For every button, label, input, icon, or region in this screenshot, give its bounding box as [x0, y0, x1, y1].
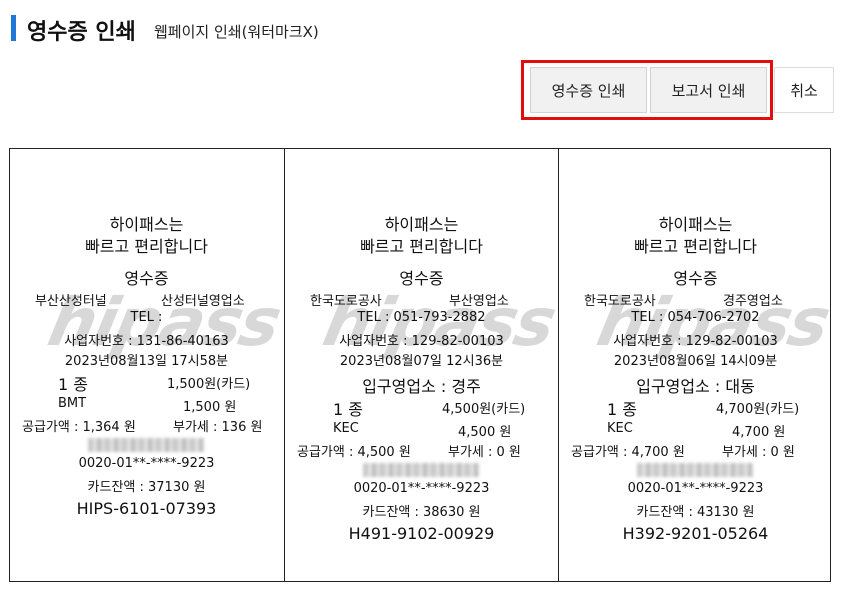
cancel-button[interactable]: 취소 — [774, 67, 834, 113]
card-balance: 카드잔액 : 43130 원 — [636, 505, 755, 520]
office-name: 경주영업소 — [723, 294, 783, 309]
card-type: KEC — [607, 421, 633, 436]
slogan-line-2: 빠르고 편리합니다 — [85, 237, 208, 256]
slogan-line-1: 하이패스는 — [658, 215, 733, 234]
slogan-line-1: 하이패스는 — [384, 215, 459, 234]
redacted-info — [637, 463, 753, 477]
entry-office: 입구영업소 : 대동 — [636, 377, 755, 396]
receipt-card: hipass 하이패스는 빠르고 편리합니다 영수증 한국도로공사 경주영업소 … — [558, 149, 832, 581]
supply-value: 공급가액 : 1,364 원 — [22, 420, 136, 435]
tel: TEL : — [130, 310, 163, 325]
business-number: 사업자번호 : 129-82-00103 — [339, 334, 504, 349]
datetime: 2023년08월13일 17시58분 — [64, 354, 229, 369]
redacted-info — [88, 438, 204, 452]
approval-number: H491-9102-00929 — [348, 524, 495, 543]
vat: 부가세 : 136 원 — [173, 420, 263, 435]
page-title: 영수증 인쇄 — [27, 20, 136, 45]
office-name: 부산영업소 — [449, 294, 509, 309]
receipt-title: 영수증 — [399, 269, 444, 288]
card-number: 0020-01**-****-9223 — [78, 456, 215, 471]
toll-amount: 1,500원(카드) — [167, 377, 251, 392]
receipt-title: 영수증 — [673, 269, 718, 288]
title-accent-bar — [11, 15, 16, 41]
slogan-line-2: 빠르고 편리합니다 — [634, 237, 757, 256]
redacted-info — [363, 463, 479, 477]
card-amount: 4,700 원 — [732, 425, 786, 440]
office-name: 산성터널영업소 — [161, 294, 245, 309]
vat: 부가세 : 0 원 — [448, 445, 521, 460]
supply-value: 공급가액 : 4,500 원 — [297, 445, 411, 460]
receipt-card: hipass 하이패스는 빠르고 편리합니다 영수증 부산산성터널 산성터널영업… — [10, 149, 283, 581]
card-number: 0020-01**-****-9223 — [627, 481, 764, 496]
card-balance: 카드잔액 : 38630 원 — [362, 505, 481, 520]
approval-number: HIPS-6101-07393 — [76, 499, 217, 518]
business-number: 사업자번호 : 129-82-00103 — [613, 334, 778, 349]
receipt-title: 영수증 — [124, 269, 169, 288]
page-subtitle: 웹페이지 인쇄(워터마크X) — [154, 23, 319, 41]
business-number: 사업자번호 : 131-86-40163 — [64, 334, 229, 349]
card-number: 0020-01**-****-9223 — [353, 481, 490, 496]
datetime: 2023년08월06일 14시09분 — [613, 354, 778, 369]
company-name: 부산산성터널 — [35, 294, 107, 309]
company-name: 한국도로공사 — [584, 294, 656, 309]
card-amount: 4,500 원 — [458, 425, 512, 440]
approval-number: H392-9201-05264 — [622, 524, 769, 543]
vehicle-class: 1 종 — [58, 375, 88, 394]
card-type: BMT — [58, 396, 87, 411]
company-name: 한국도로공사 — [310, 294, 382, 309]
receipt-card: hipass 하이패스는 빠르고 편리합니다 영수증 한국도로공사 부산영업소 … — [284, 149, 558, 581]
slogan-line-2: 빠르고 편리합니다 — [360, 237, 483, 256]
card-balance: 카드잔액 : 37130 원 — [87, 480, 206, 495]
vat: 부가세 : 0 원 — [722, 445, 795, 460]
receipts-container: hipass 하이패스는 빠르고 편리합니다 영수증 부산산성터널 산성터널영업… — [9, 148, 832, 582]
slogan-line-1: 하이패스는 — [109, 215, 184, 234]
toll-amount: 4,500원(카드) — [442, 402, 526, 417]
highlight-box — [521, 60, 773, 120]
toll-amount: 4,700원(카드) — [716, 402, 800, 417]
vehicle-class: 1 종 — [333, 400, 363, 419]
tel: TEL : 051-793-2882 — [357, 310, 486, 325]
card-type: KEC — [333, 421, 359, 436]
vehicle-class: 1 종 — [607, 400, 637, 419]
entry-office: 입구영업소 : 경주 — [362, 377, 481, 396]
card-amount: 1,500 원 — [183, 400, 237, 415]
tel: TEL : 054-706-2702 — [631, 310, 760, 325]
supply-value: 공급가액 : 4,700 원 — [571, 445, 685, 460]
datetime: 2023년08월07일 12시36분 — [339, 354, 504, 369]
